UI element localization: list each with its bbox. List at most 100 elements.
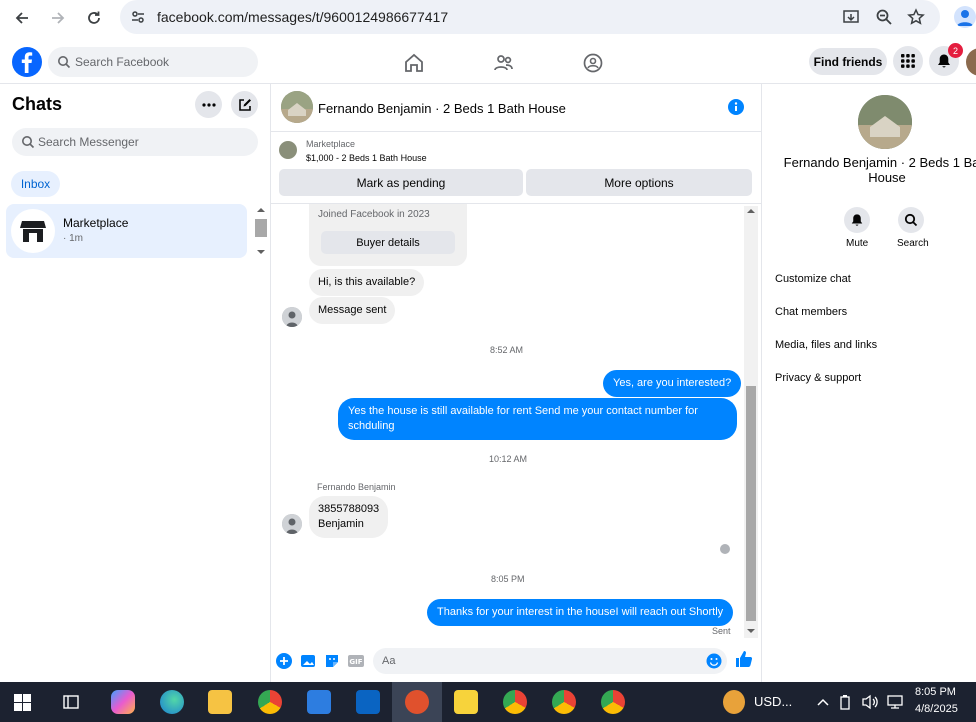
scroll-thumb[interactable] bbox=[255, 219, 267, 237]
copilot-icon[interactable] bbox=[111, 690, 135, 714]
chrome-icon[interactable] bbox=[258, 690, 282, 714]
back-button[interactable] bbox=[4, 0, 40, 36]
scroll-thumb[interactable] bbox=[746, 386, 756, 621]
clock-time[interactable]: 8:05 PM bbox=[915, 686, 956, 698]
chat-list-scrollbar[interactable] bbox=[254, 205, 268, 257]
like-thumb-icon[interactable] bbox=[735, 650, 753, 668]
active-app-highlight[interactable] bbox=[392, 682, 442, 722]
chrome-profile-icon[interactable] bbox=[503, 690, 527, 714]
profile-button[interactable] bbox=[954, 6, 976, 28]
edge-icon[interactable] bbox=[160, 690, 184, 714]
menu-privacy-support[interactable]: Privacy & support bbox=[775, 372, 861, 384]
new-message-button[interactable] bbox=[231, 91, 258, 118]
url-text[interactable]: facebook.com/messages/t/9600124986677417 bbox=[157, 9, 448, 25]
plus-circle-icon[interactable] bbox=[276, 653, 292, 669]
task-view-icon[interactable] bbox=[62, 693, 80, 711]
outlook-icon[interactable] bbox=[356, 690, 380, 714]
reload-button[interactable] bbox=[76, 0, 112, 36]
svg-text:GIF: GIF bbox=[349, 658, 362, 666]
conversation-avatar[interactable] bbox=[281, 91, 313, 123]
facebook-profile-avatar[interactable] bbox=[966, 48, 976, 76]
listing-title[interactable]: $1,000 - 2 Beds 1 Bath House bbox=[306, 153, 427, 163]
more-options-button[interactable]: More options bbox=[526, 169, 752, 196]
buyer-details-button[interactable]: Buyer details bbox=[321, 231, 455, 254]
timestamp: 8:52 AM bbox=[490, 345, 524, 355]
address-bar[interactable]: facebook.com/messages/t/9600124986677417 bbox=[120, 0, 940, 34]
notification-badge: 2 bbox=[948, 43, 963, 58]
incoming-message: 3855788093 Benjamin bbox=[309, 496, 389, 538]
image-icon[interactable] bbox=[300, 653, 316, 669]
menu-customize-chat[interactable]: Customize chat bbox=[775, 273, 851, 285]
currency-widget-text[interactable]: USD... bbox=[754, 694, 792, 709]
find-friends-button[interactable]: Find friends bbox=[809, 48, 887, 75]
search-icon bbox=[904, 213, 918, 227]
chat-list-item[interactable]: Marketplace · 1m bbox=[6, 204, 247, 258]
chats-options-button[interactable] bbox=[195, 91, 222, 118]
messenger-search-box[interactable]: Search Messenger bbox=[12, 128, 258, 156]
sender-name: Fernando Benjamin bbox=[317, 482, 396, 492]
contact-name-line: Fernando Benjamin · 2 Beds 1 Bath bbox=[783, 155, 976, 170]
conversation-title: Fernando Benjamin · 2 Beds 1 Bath House bbox=[318, 101, 566, 116]
snipping-tool-icon bbox=[405, 690, 429, 714]
listing-thumbnail[interactable] bbox=[279, 141, 297, 159]
speaker-icon[interactable] bbox=[861, 694, 879, 710]
info-icon[interactable] bbox=[728, 99, 744, 115]
joined-text: Joined Facebook in 2023 bbox=[318, 209, 430, 220]
facebook-search-placeholder: Search Facebook bbox=[75, 55, 170, 69]
bell-icon bbox=[851, 214, 863, 226]
conversation-header: Fernando Benjamin · 2 Beds 1 Bath House bbox=[271, 84, 761, 132]
clock-date[interactable]: 4/8/2025 bbox=[915, 703, 958, 715]
tab-inbox[interactable]: Inbox bbox=[11, 171, 60, 197]
sticky-notes-icon[interactable] bbox=[454, 690, 478, 714]
install-app-icon[interactable] bbox=[842, 8, 860, 26]
mark-as-pending-button[interactable]: Mark as pending bbox=[279, 169, 523, 196]
menu-media-files-links[interactable]: Media, files and links bbox=[775, 339, 877, 351]
timestamp: 10:12 AM bbox=[489, 454, 528, 464]
arrow-right-icon bbox=[52, 12, 65, 24]
conversation-panel: Fernando Benjamin · 2 Beds 1 Bath House … bbox=[271, 84, 761, 682]
chevron-up-icon[interactable] bbox=[816, 696, 830, 708]
facebook-search-box[interactable]: Search Facebook bbox=[48, 47, 258, 77]
windows-start-icon[interactable] bbox=[14, 694, 31, 711]
chat-item-name: Marketplace bbox=[63, 216, 129, 230]
store-icon[interactable] bbox=[307, 690, 331, 714]
file-explorer-icon[interactable] bbox=[208, 690, 232, 714]
mute-button[interactable] bbox=[844, 207, 870, 233]
message-input-placeholder: Aa bbox=[382, 655, 396, 667]
sender-avatar bbox=[282, 514, 302, 534]
outgoing-message: Yes the house is still available for ren… bbox=[338, 398, 737, 440]
home-icon[interactable] bbox=[403, 52, 425, 74]
gif-icon[interactable]: GIF bbox=[348, 653, 364, 669]
search-in-chat-button[interactable] bbox=[898, 207, 924, 233]
contact-avatar[interactable] bbox=[858, 95, 912, 149]
conversation-scrollbar[interactable] bbox=[744, 206, 758, 638]
person-icon bbox=[282, 307, 302, 327]
zoom-icon[interactable] bbox=[875, 8, 893, 26]
network-icon[interactable] bbox=[886, 694, 904, 710]
menu-button[interactable] bbox=[893, 46, 923, 76]
friends-icon[interactable] bbox=[493, 52, 515, 74]
scroll-down-icon bbox=[257, 250, 265, 254]
chat-avatar bbox=[11, 209, 55, 253]
timestamp: 8:05 PM bbox=[491, 574, 525, 584]
battery-icon[interactable] bbox=[838, 694, 852, 710]
outgoing-message: Yes, are you interested? bbox=[603, 370, 742, 397]
menu-chat-members[interactable]: Chat members bbox=[775, 306, 847, 318]
seen-avatar bbox=[720, 544, 730, 554]
bookmark-star-icon[interactable] bbox=[907, 8, 925, 26]
message-input[interactable]: Aa bbox=[373, 648, 727, 674]
outgoing-message-line: Yes the house is still available for ren… bbox=[348, 405, 698, 417]
sticker-icon[interactable] bbox=[324, 653, 340, 669]
chrome-profile-icon[interactable] bbox=[601, 690, 625, 714]
reload-icon bbox=[88, 11, 100, 24]
message-status: Sent bbox=[712, 626, 731, 636]
groups-icon[interactable] bbox=[582, 52, 604, 74]
marketplace-listing-bar: Marketplace $1,000 - 2 Beds 1 Bath House… bbox=[271, 132, 761, 204]
compose-icon bbox=[238, 98, 251, 111]
emoji-icon[interactable] bbox=[706, 653, 722, 669]
currency-widget-icon[interactable] bbox=[723, 690, 745, 714]
site-settings-icon[interactable] bbox=[130, 9, 146, 25]
facebook-logo[interactable] bbox=[12, 47, 42, 77]
chrome-profile-icon[interactable] bbox=[552, 690, 576, 714]
forward-button[interactable] bbox=[40, 0, 76, 36]
